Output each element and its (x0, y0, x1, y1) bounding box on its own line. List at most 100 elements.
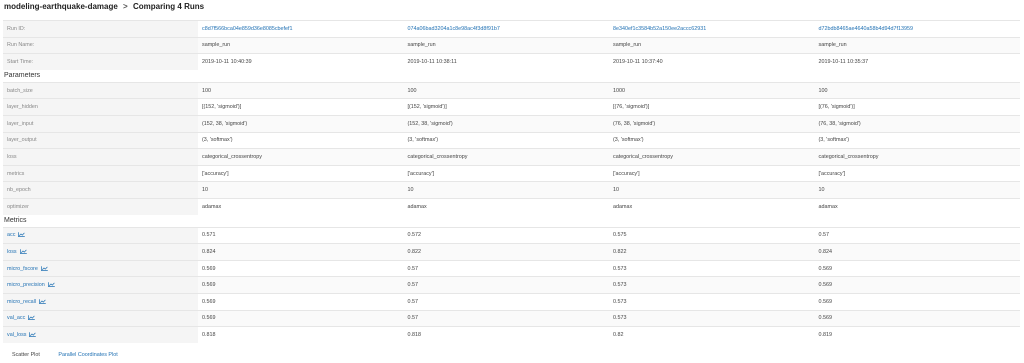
plot-tabs: Scatter Plot Parallel Coordinates Plot (12, 351, 135, 359)
parameter-value: 10 (198, 181, 404, 199)
line-chart-icon[interactable] (28, 315, 36, 321)
parameter-value: 100 (403, 81, 609, 99)
compare-runs-page: modeling-earthquake-damage > Comparing 4… (0, 0, 1024, 363)
line-chart-icon[interactable] (39, 299, 46, 304)
metric-value: 0.569 (814, 276, 1020, 294)
parameter-row: loss categorical_crossentropy categorical_… (3, 148, 1020, 166)
line-chart-icon[interactable] (41, 265, 48, 271)
parameter-value: (76, 38, 'sigmoid') (814, 114, 1020, 133)
parameter-value: ['accuracy'] (814, 164, 1020, 182)
parameter-value: adamax (403, 197, 609, 215)
start-time-value: 2019-10-11 10:37:40 (609, 53, 815, 70)
metric-value: 0.57 (403, 292, 609, 310)
metric-row: loss 0.824 0.822 0.822 0.824 (3, 243, 1020, 261)
metric-value: 0.572 (403, 226, 609, 244)
parameter-row: optimizer adamax adamax adamax adamax (3, 197, 1020, 215)
metric-name-link[interactable]: val_loss (3, 326, 198, 343)
metric-name: val_acc (7, 315, 26, 322)
metric-value: 0.822 (403, 243, 609, 261)
tab-parallel-coordinates-plot[interactable]: Parallel Coordinates Plot (58, 351, 117, 359)
parameters-section-title: Parameters (3, 69, 1020, 83)
parameter-value: ['accuracy'] (198, 164, 404, 182)
metric-value: 0.82 (609, 326, 815, 343)
metric-name-link[interactable]: acc (3, 226, 198, 244)
metric-value: 0.57 (814, 226, 1020, 244)
experiment-breadcrumb[interactable]: modeling-earthquake-damage (4, 2, 118, 11)
line-chart-icon[interactable] (19, 249, 27, 254)
parameters-body: batch_size 100 100 1000 100 layer_hidden [(152… (3, 81, 1020, 215)
metric-value: 0.818 (403, 326, 609, 343)
parameter-name: layer_output (3, 131, 198, 149)
parameter-value: [(76, 'sigmoid')] (814, 98, 1020, 116)
parameter-value: (3, 'softmax') (198, 131, 404, 149)
parameter-row: layer_hidden [(152, 'sigmoid')] [(152, 'si… (3, 98, 1020, 116)
parameter-value: categorical_crossentropy (198, 148, 404, 166)
metric-row: val_acc 0.569 0.57 0.573 0.569 (3, 309, 1020, 327)
metric-name-link[interactable]: micro_fscore (3, 259, 198, 277)
metric-value: 0.573 (609, 309, 815, 327)
metric-value: 0.569 (814, 309, 1020, 327)
metric-value: 0.824 (198, 243, 404, 261)
parameter-name: batch_size (3, 81, 198, 99)
parameter-row: layer_output (3, 'softmax') (3, 'softmax')… (3, 131, 1020, 149)
metric-name-link[interactable]: val_acc (3, 309, 198, 327)
start-time-value: 2019-10-11 10:38:11 (403, 53, 609, 70)
parameter-name: nb_epoch (3, 181, 198, 199)
run-name-value: sample_run (609, 36, 815, 54)
comparison-table: Run ID: c8d7f566bca04e859d36e8085cbefef1… (3, 20, 1020, 343)
start-time-row: Start Time: 2019-10-11 10:40:39 2019-10-… (3, 53, 1020, 70)
tab-scatter-plot[interactable]: Scatter Plot (12, 351, 40, 359)
metric-row: val_loss 0.818 0.818 0.82 0.819 (3, 326, 1020, 343)
parameter-value: adamax (609, 197, 815, 215)
parameter-row: layer_input (152, 38, 'sigmoid') (152, 38,… (3, 114, 1020, 133)
metric-value: 0.569 (198, 259, 404, 277)
parameter-value: (152, 38, 'sigmoid') (403, 114, 609, 133)
metric-name-link[interactable]: micro_precision (3, 276, 198, 294)
line-chart-icon[interactable] (47, 282, 55, 288)
metric-row: micro_recall 0.569 0.57 0.573 0.569 (3, 292, 1020, 310)
parameter-value: [(152, 'sigmoid')] (403, 98, 609, 116)
metric-name: acc (7, 232, 16, 239)
parameter-value: 1000 (609, 81, 815, 99)
parameter-value: categorical_crossentropy (814, 148, 1020, 166)
run-name-label: Run Name: (3, 36, 198, 54)
run-name-row: Run Name: sample_run sample_run sample_r… (3, 36, 1020, 54)
line-chart-icon[interactable] (18, 232, 26, 238)
parameter-value: 100 (814, 81, 1020, 99)
start-time-value: 2019-10-11 10:40:39 (198, 53, 404, 70)
run-id-link[interactable]: 8e340ef1c3584b52a150ee2accc62931 (609, 20, 815, 38)
run-id-link[interactable]: c8d7f566bca04e859d36e8085cbefef1 (198, 20, 404, 38)
parameter-value: (3, 'softmax') (609, 131, 815, 149)
metric-name: micro_fscore (7, 265, 38, 272)
parameter-value: categorical_crossentropy (609, 148, 815, 166)
metric-value: 0.569 (198, 292, 404, 310)
metric-value: 0.573 (609, 276, 815, 294)
parameter-value: adamax (198, 197, 404, 215)
line-chart-icon[interactable] (29, 332, 37, 337)
run-id-link[interactable]: 074a06bad3204a1c8e98ac4f3d8f91b7 (403, 20, 609, 38)
page-header: modeling-earthquake-damage > Comparing 4… (4, 0, 204, 14)
metric-value: 0.569 (814, 292, 1020, 310)
parameter-value: [(152, 'sigmoid')] (198, 98, 404, 116)
run-name-value: sample_run (814, 36, 1020, 54)
metric-name: micro_precision (7, 282, 45, 289)
metric-value: 0.819 (814, 326, 1020, 343)
metric-name: loss (7, 248, 17, 255)
metric-name-link[interactable]: micro_recall (3, 292, 198, 310)
start-time-label: Start Time: (3, 53, 198, 70)
parameter-value: ['accuracy'] (403, 164, 609, 182)
parameter-value: 10 (403, 181, 609, 199)
metric-value: 0.822 (609, 243, 815, 261)
page-title: Comparing 4 Runs (132, 2, 205, 11)
start-time-value: 2019-10-11 10:35:37 (814, 53, 1020, 70)
parameter-value: (3, 'softmax') (814, 131, 1020, 149)
metric-name-link[interactable]: loss (3, 243, 198, 261)
parameter-value: 10 (609, 181, 815, 199)
run-id-label: Run ID: (3, 20, 198, 38)
run-id-link[interactable]: d72bdb8465ae4640a58b4d94d7f13959 (814, 20, 1020, 38)
metric-value: 0.57 (403, 276, 609, 294)
metric-value: 0.57 (403, 309, 609, 327)
parameter-name: metrics (3, 164, 198, 182)
metric-value: 0.569 (814, 259, 1020, 277)
metrics-body: acc 0.571 0.572 0.575 0.57 loss 0.824 0.822 0.82… (3, 226, 1020, 343)
